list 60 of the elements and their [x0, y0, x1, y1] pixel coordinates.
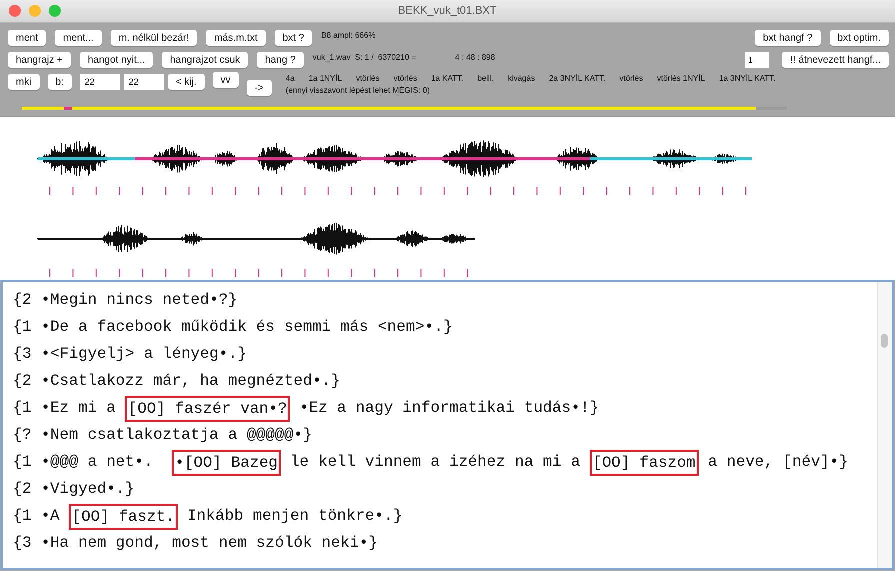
toolbar-button[interactable]: ment [8, 30, 46, 46]
toolbar-button[interactable]: bxt ? [274, 30, 312, 46]
toolbar-button[interactable]: -> [246, 80, 272, 96]
transcript-text: {2 •Megin nincs neted•?} [13, 290, 238, 311]
action-label: beill. [478, 74, 494, 83]
minimize-icon[interactable] [29, 5, 41, 17]
highlighted-phrase: [OO] faszom [590, 450, 699, 476]
scrollbar-thumb[interactable] [881, 334, 888, 348]
transcript-text: •Ez a nagy informatikai tudás•!} [298, 398, 600, 419]
transcript-text: le kell vinnem a izéhez na mi a [289, 452, 582, 473]
transcript-editor[interactable] [1, 280, 894, 570]
highlighted-phrase: [OO] faszt. [69, 504, 178, 530]
transcript-text: {3 •Ha nem gond, most nem szólók neki•} [13, 533, 378, 554]
transcript-text: {2 •Vigyed•.} [13, 479, 135, 500]
zoom-icon[interactable] [49, 5, 61, 17]
transcript-text: Inkább menjen tönkre•.} [186, 506, 403, 527]
window-title: BEKK_vuk_t01.BXT [398, 5, 497, 17]
toolbar-button[interactable]: vv [212, 72, 239, 88]
number-field[interactable]: 1 [745, 52, 770, 68]
highlighted-phrase: •[OO] Bazeg [172, 450, 282, 476]
toolbar-button[interactable]: hangrajz + [8, 52, 71, 68]
toolbar-button[interactable]: hangot nyit... [80, 52, 154, 68]
action-label: 1a KATT. [431, 74, 464, 83]
transcript-text: {1 •A [13, 506, 61, 527]
playhead-marker[interactable] [64, 107, 72, 110]
toolbar-button[interactable]: más.m.txt [206, 30, 266, 46]
close-icon[interactable] [9, 5, 21, 17]
action-label: vtörlés 1NYÍL [657, 74, 706, 83]
transcript-text: {1 •@@@ a net•. [13, 452, 154, 473]
toolbar-button[interactable]: < kij. [168, 74, 205, 90]
time-readout: 4 : 48 : 898 [455, 53, 496, 62]
amplitude-label: B8 ampl: 666% [321, 31, 376, 40]
toolbar-button[interactable]: mki [8, 74, 40, 90]
toolbar-button[interactable]: ment... [55, 30, 102, 46]
action-label: 4a [286, 74, 295, 83]
transcript-text: {1 •Ez mi a [13, 398, 117, 419]
toolbar-button[interactable]: hang ? [257, 52, 304, 68]
number-field[interactable]: 22 [80, 74, 120, 90]
action-label: kivágás [508, 74, 536, 83]
highlighted-phrase: [OO] faszér van•? [125, 396, 290, 422]
toolbar-button[interactable]: hangrajzot csuk [162, 52, 248, 68]
action-label: vtörlés [394, 74, 418, 83]
transcript-text: {? •Nem csatlakoztatja a @@@@@•} [13, 425, 312, 446]
toolbar-button[interactable]: !! átnevezett hangf... [782, 52, 889, 68]
undo-note: (ennyi visszavont lépést lehet MÉGIS: 0) [286, 86, 431, 95]
transcript-text: {1 •De a facebook működik és semmi más <nem>•.} [13, 317, 453, 338]
action-label: vtörlés [356, 74, 380, 83]
action-label: 1a 1NYÍL [308, 74, 342, 83]
action-label: vtörlés [620, 74, 644, 83]
toolbar-button[interactable]: bxt hangf ? [755, 30, 821, 46]
number-field[interactable]: 22 [124, 74, 164, 90]
toolbar-button[interactable]: m. nélkül bezár! [110, 30, 198, 46]
transcript-text: {2 •Csatlakozz már, ha megnézted•.} [13, 371, 341, 392]
file-info: vuk_1.wav S: 1 / 6370210 = [312, 53, 416, 62]
transcript-text: a neve, [név]•} [707, 452, 849, 473]
action-label: 1a 3NYÍL KATT. [719, 74, 776, 83]
toolbar-button[interactable]: b: [48, 74, 72, 90]
toolbar-button[interactable]: bxt optim. [830, 30, 889, 46]
action-label: 2a 3NYÍL KATT. [549, 74, 606, 83]
transcript-text: {3 •<Figyelj> a lényeg•.} [13, 344, 247, 365]
